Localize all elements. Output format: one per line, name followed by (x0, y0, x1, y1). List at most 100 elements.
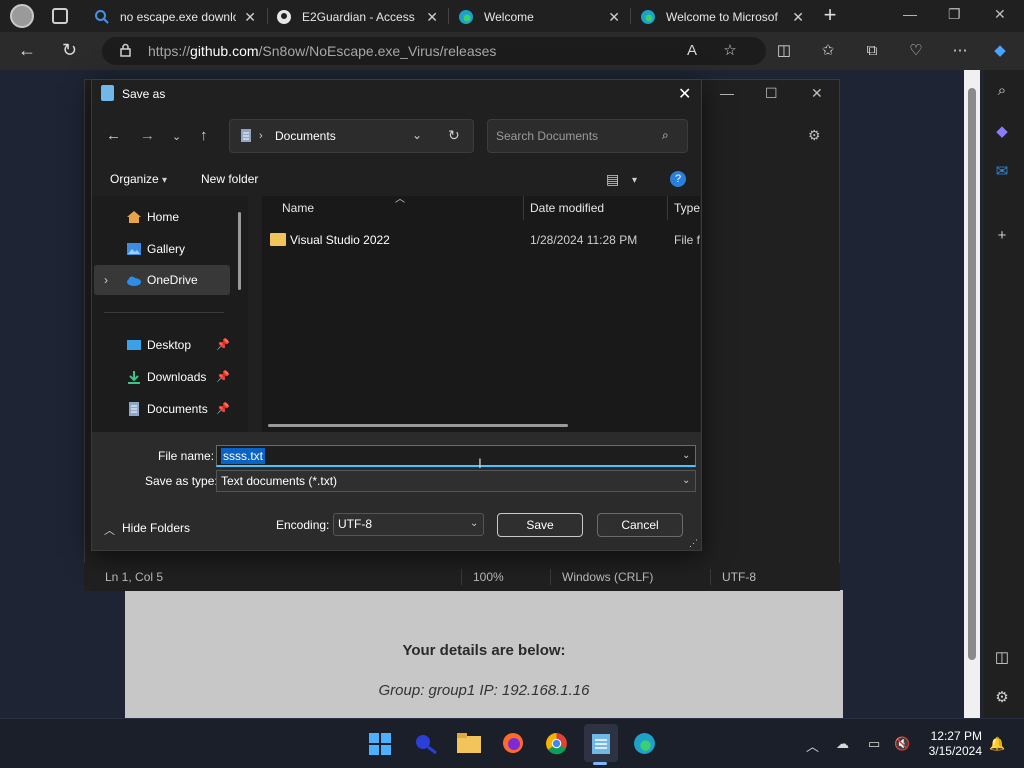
nav-item-home[interactable]: Home (94, 202, 230, 232)
minimize-icon[interactable]: — (903, 6, 917, 22)
more-options-icon[interactable]: ⋯ (950, 41, 970, 61)
edge-taskbar-icon[interactable] (633, 732, 656, 755)
tab-actions-icon[interactable] (52, 8, 68, 24)
notepad-settings-icon[interactable]: ⚙ (808, 127, 821, 144)
nav-item-onedrive[interactable]: › OneDrive (94, 265, 230, 295)
chevron-down-icon[interactable]: ⌄ (682, 450, 690, 461)
status-divider (710, 569, 711, 585)
nav-item-gallery[interactable]: Gallery (94, 234, 230, 264)
nav-item-documents[interactable]: Documents (94, 394, 230, 424)
search-taskbar-icon[interactable] (414, 733, 438, 755)
forward-icon[interactable]: → (140, 127, 155, 144)
nav-scrollbar[interactable] (238, 212, 241, 290)
outlook-icon[interactable]: ✉ (991, 161, 1013, 183)
view-options-icon[interactable]: ▤ (606, 171, 619, 188)
favorites-icon[interactable]: ✩ (818, 41, 838, 61)
cloud-sync-icon[interactable]: ☁ (836, 736, 849, 752)
windows-start-icon[interactable] (369, 733, 391, 755)
organize-button[interactable]: Organize (110, 172, 159, 186)
back-icon[interactable]: ← (18, 40, 36, 61)
search-icon (94, 9, 110, 25)
download-icon (128, 371, 140, 384)
file-explorer-icon[interactable] (457, 733, 481, 753)
pin-icon[interactable]: 📌 (216, 338, 230, 351)
hide-folders-button[interactable]: Hide Folders (122, 521, 190, 535)
help-icon[interactable]: ? (670, 171, 686, 187)
close-tab-icon[interactable]: ✕ (426, 9, 438, 26)
url-scheme: https:// (148, 43, 191, 59)
settings-gear-icon[interactable]: ⚙ (991, 687, 1013, 709)
breadcrumb[interactable] (229, 119, 474, 153)
show-hidden-icons-icon[interactable]: ︿ (806, 736, 819, 755)
dialog-title: Save as (122, 87, 166, 101)
url-text[interactable]: https://github.com/Sn8ow/NoEscape.exe_Vi… (148, 43, 496, 59)
recent-locations-icon[interactable]: ⌄ (172, 130, 181, 143)
chevron-down-icon[interactable]: ▾ (632, 175, 637, 186)
browser-tab-1[interactable]: no escape.exe downlo ✕ (86, 2, 264, 32)
column-divider[interactable] (667, 196, 668, 220)
file-name-input[interactable] (216, 445, 696, 467)
health-icon[interactable]: ♡ (906, 41, 926, 61)
close-tab-icon[interactable]: ✕ (608, 9, 620, 26)
chevron-down-icon[interactable]: ⌄ (470, 518, 478, 529)
collections-icon[interactable]: ⧉ (862, 41, 882, 61)
column-name[interactable]: Name (282, 201, 314, 215)
network-icon[interactable]: ▭ (868, 736, 880, 752)
column-date-modified[interactable]: Date modified (530, 201, 604, 215)
file-name-label: File name: (158, 449, 215, 463)
clock[interactable]: 12:27 PM 3/15/2024 (920, 729, 982, 759)
refresh-icon[interactable]: ↻ (448, 127, 460, 144)
expand-chevron-icon[interactable]: › (104, 273, 108, 287)
chrome-icon[interactable] (545, 732, 568, 755)
search-icon[interactable]: ⌕ (991, 80, 1013, 102)
column-type[interactable]: Type (674, 201, 700, 215)
chevron-down-icon[interactable]: ⌄ (682, 475, 690, 486)
horizontal-scrollbar[interactable] (268, 424, 568, 427)
new-tab-icon[interactable]: + (818, 4, 842, 28)
favorite-star-icon[interactable]: ☆ (720, 41, 740, 61)
up-folder-icon[interactable]: ↑ (200, 127, 208, 144)
read-aloud-icon[interactable]: A (682, 41, 702, 61)
resize-grip-icon[interactable]: ⋰ (689, 538, 698, 549)
copilot-icon[interactable]: ◆ (990, 41, 1010, 61)
browser-tab-3[interactable]: Welcome ✕ (450, 2, 628, 32)
notifications-bell-icon[interactable]: 🔔 (989, 736, 1005, 752)
close-tab-icon[interactable]: ✕ (244, 9, 256, 26)
dialog-close-icon[interactable]: ✕ (678, 84, 691, 104)
profile-avatar[interactable] (10, 4, 34, 28)
sidebar-layout-icon[interactable]: ◫ (991, 647, 1013, 669)
pin-icon[interactable]: 📌 (216, 402, 230, 415)
column-divider[interactable] (523, 196, 524, 220)
scroll-thumb[interactable] (968, 88, 976, 660)
search-icon[interactable]: ⌕ (662, 128, 669, 143)
browser-tab-2[interactable]: E2Guardian - Access D ✕ (268, 2, 446, 32)
notepad-minimize-icon[interactable]: — (720, 85, 734, 101)
refresh-icon[interactable]: ↻ (62, 40, 77, 61)
close-tab-icon[interactable]: ✕ (792, 9, 804, 26)
notepad-taskbar-icon[interactable] (591, 732, 611, 754)
nav-item-downloads[interactable]: Downloads (94, 362, 230, 392)
copilot-sidebar-icon[interactable]: ◆ (991, 121, 1013, 143)
cancel-button[interactable]: Cancel (597, 513, 683, 537)
notepad-maximize-icon[interactable]: ☐ (765, 85, 778, 102)
back-icon[interactable]: ← (106, 127, 121, 144)
file-name-value[interactable]: ssss.txt (221, 448, 266, 464)
split-screen-icon[interactable]: ◫ (774, 41, 794, 61)
notepad-close-icon[interactable]: ✕ (811, 85, 823, 102)
breadcrumb-location[interactable]: Documents (275, 129, 336, 143)
close-window-icon[interactable]: ✕ (994, 6, 1006, 23)
nav-item-desktop[interactable]: Desktop (94, 330, 230, 360)
cursor-position: Ln 1, Col 5 (105, 570, 164, 584)
file-row-name[interactable]: Visual Studio 2022 (290, 233, 390, 247)
firefox-icon[interactable] (502, 732, 524, 754)
pin-icon[interactable]: 📌 (216, 370, 230, 383)
new-folder-button[interactable]: New folder (201, 172, 258, 186)
volume-muted-icon[interactable]: 🔇 (894, 736, 910, 752)
save-button[interactable]: Save (497, 513, 583, 537)
add-sidebar-icon[interactable]: + (991, 225, 1013, 247)
restore-icon[interactable]: ❐ (948, 6, 961, 23)
page-content-card: Your details are below: Group: group1 IP… (125, 590, 843, 718)
chevron-up-icon[interactable]: ︿ (104, 522, 115, 538)
chevron-down-icon[interactable]: ⌄ (412, 128, 422, 142)
browser-tab-4[interactable]: Welcome to Microsof ✕ (632, 2, 812, 32)
